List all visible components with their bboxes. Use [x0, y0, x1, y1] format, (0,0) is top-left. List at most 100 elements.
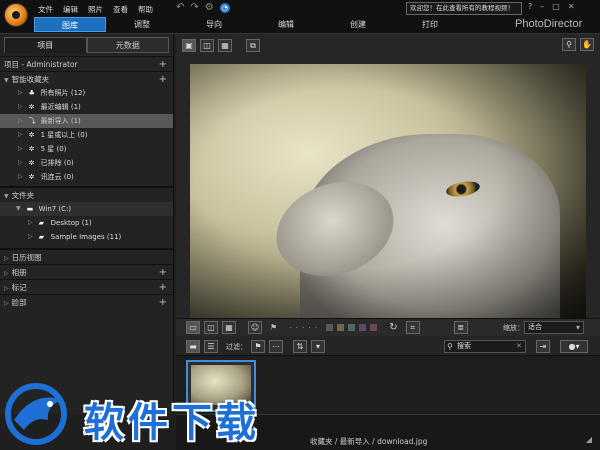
grid-button[interactable]: ▦: [222, 321, 236, 334]
menu-file[interactable]: 文件: [38, 4, 53, 15]
compare-view-icon[interactable]: ◫: [200, 38, 214, 52]
cloud-icon[interactable]: ◔: [219, 3, 230, 13]
filter-rating-icon[interactable]: ⋯: [269, 340, 283, 353]
resize-grip-icon[interactable]: ◢: [586, 435, 592, 444]
expand-icon[interactable]: ▷: [18, 170, 23, 184]
menu-view[interactable]: 查看: [113, 4, 128, 15]
redo-icon[interactable]: ↷: [190, 3, 198, 13]
smart-item-five-star[interactable]: ▷ ✲ 5 星 (0): [0, 142, 173, 156]
single-view-icon[interactable]: ▣: [182, 38, 196, 52]
add-smart-collection-icon[interactable]: +: [159, 72, 167, 87]
tab-print[interactable]: 打印: [394, 17, 466, 32]
smart-collection-icon: ✲: [28, 145, 35, 153]
sort-icon[interactable]: ⇅: [293, 340, 307, 353]
help-icon[interactable]: ?: [528, 2, 532, 11]
smart-item-all-photos[interactable]: ▷ ♣ 所有照片 (12): [0, 86, 173, 100]
filter-flag-icon[interactable]: ⚑: [251, 340, 265, 353]
add-tag-icon[interactable]: +: [159, 280, 167, 295]
collapse-icon[interactable]: ▼: [4, 77, 9, 84]
clear-search-icon[interactable]: ✕: [516, 341, 522, 352]
filter-label: 过滤：: [226, 342, 247, 351]
folders-header[interactable]: ▼ 文件夹: [0, 187, 173, 202]
tab-library[interactable]: 图库: [34, 17, 106, 32]
mode-tabs: 图库 调整 导向 编辑 创建 打印: [34, 17, 466, 32]
expand-icon[interactable]: ▷: [18, 100, 23, 114]
second-monitor-icon[interactable]: ⧉: [246, 38, 260, 52]
expand-icon[interactable]: ▷: [28, 216, 33, 230]
menu-photo[interactable]: 照片: [88, 4, 103, 15]
expand-icon[interactable]: ▷: [18, 142, 23, 156]
tab-metadata[interactable]: 元数据: [86, 37, 169, 53]
zoom-select[interactable]: 适合: [524, 321, 584, 334]
color-label-teal[interactable]: [348, 324, 356, 331]
calendar-view-header[interactable]: ▷ 日历视图: [0, 249, 173, 264]
select-icon[interactable]: ▾: [311, 340, 325, 353]
expand-icon[interactable]: ▷: [18, 86, 23, 100]
smart-item-cloud[interactable]: ▷ ✲ 讯连云 (0): [0, 170, 173, 184]
smart-item-latest-import[interactable]: ▷ ⤵ 最新导入 (1): [0, 114, 173, 128]
color-label-olive[interactable]: [337, 324, 345, 331]
menu-help[interactable]: 帮助: [138, 4, 153, 15]
expand-icon[interactable]: ▷: [4, 300, 9, 307]
export-icon[interactable]: ⇥: [536, 340, 550, 353]
folder-sample-images[interactable]: ▷ ▰ Sample Images (11): [0, 230, 173, 244]
smart-item-excluded[interactable]: ▷ ✲ 已排除 (0): [0, 156, 173, 170]
settings-icon[interactable]: ⚙: [205, 3, 214, 13]
albums-header[interactable]: ▷ 相册 +: [0, 264, 173, 279]
collapse-icon[interactable]: ▼: [16, 202, 21, 216]
color-tags-icon[interactable]: ●▾: [560, 340, 588, 353]
color-label-red[interactable]: [370, 324, 378, 331]
menu-edit[interactable]: 编辑: [63, 4, 78, 15]
add-project-icon[interactable]: +: [159, 57, 167, 72]
undo-icon[interactable]: ↶: [176, 3, 184, 13]
smart-item-recent-edits[interactable]: ▷ ✲ 最近编辑 (1): [0, 100, 173, 114]
collapse-icon[interactable]: ▼: [4, 193, 9, 200]
search-input[interactable]: ⚲ 搜索 ✕: [444, 340, 526, 353]
faces-header[interactable]: ▷ 脸部 +: [0, 294, 173, 309]
list-view-icon[interactable]: ☰: [204, 340, 218, 353]
thumbnail-view-icon[interactable]: ▬: [186, 340, 200, 353]
smart-item-one-star[interactable]: ▷ ✲ 1 星或以上 (0): [0, 128, 173, 142]
star-rating[interactable]: · · · · ·: [289, 324, 318, 332]
minimize-icon[interactable]: –: [540, 2, 544, 11]
expand-icon[interactable]: ▷: [18, 114, 23, 128]
face-tag-icon[interactable]: ☺: [248, 321, 262, 334]
welcome-banner[interactable]: 欢迎您！在此查看所有的教程视频！: [406, 2, 522, 15]
smart-item-label: 1 星或以上 (0): [40, 131, 88, 139]
expand-icon[interactable]: ▷: [28, 230, 33, 244]
expand-icon[interactable]: ▷: [4, 270, 9, 277]
maximize-icon[interactable]: □: [552, 2, 560, 11]
single-view-button[interactable]: ▭: [186, 321, 200, 334]
crop-icon[interactable]: ⌗: [405, 321, 420, 334]
expand-icon[interactable]: ▷: [18, 156, 23, 170]
hand-tool-icon[interactable]: ✋: [580, 38, 594, 51]
rotate-icon[interactable]: ↻: [389, 322, 397, 333]
compare-button[interactable]: ◫: [204, 321, 218, 334]
color-label-purple[interactable]: [359, 324, 367, 331]
tab-guided[interactable]: 导向: [178, 17, 250, 32]
tab-create[interactable]: 创建: [322, 17, 394, 32]
expand-icon[interactable]: ▷: [4, 255, 9, 262]
main-area: ▣ ◫ ▦ ⧉ ⚲ ✋ ▭ ◫ ▦ ☺ ⚑ · · · · · ↻ ⌗ ≣ 缩放…: [176, 34, 600, 414]
photo-viewer[interactable]: [190, 64, 586, 320]
zoom-tool-icon[interactable]: ⚲: [562, 38, 576, 51]
list-options-icon[interactable]: ≣: [453, 321, 468, 334]
close-icon[interactable]: ✕: [568, 2, 575, 11]
folder-desktop[interactable]: ▷ ▰ Desktop (1): [0, 216, 173, 230]
expand-icon[interactable]: ▷: [4, 285, 9, 292]
tab-project[interactable]: 项目: [4, 37, 87, 53]
photo-controls: ▭ ◫ ▦ ☺ ⚑ · · · · · ↻ ⌗ ≣ 缩放： 适合: [176, 318, 600, 336]
flag-icon[interactable]: ⚑: [270, 323, 277, 332]
smart-collections-header[interactable]: ▼ 智能收藏夹 +: [0, 71, 173, 86]
tab-edit[interactable]: 编辑: [250, 17, 322, 32]
expand-icon[interactable]: ▷: [18, 128, 23, 142]
add-face-icon[interactable]: +: [159, 295, 167, 310]
folder-drive[interactable]: ▼ ▬ Win7 (C:): [0, 202, 173, 216]
add-album-icon[interactable]: +: [159, 265, 167, 280]
color-label-gray[interactable]: [326, 324, 334, 331]
title-bar: 文件 编辑 照片 查看 帮助 ↶ ↷ ⚙ ◔ 图库 调整 导向 编辑 创建 打印…: [0, 0, 600, 34]
grid-view-icon[interactable]: ▦: [218, 38, 232, 52]
smart-item-label: 最近编辑 (1): [40, 103, 81, 111]
tab-adjust[interactable]: 调整: [106, 17, 178, 32]
tags-header[interactable]: ▷ 标记 +: [0, 279, 173, 294]
